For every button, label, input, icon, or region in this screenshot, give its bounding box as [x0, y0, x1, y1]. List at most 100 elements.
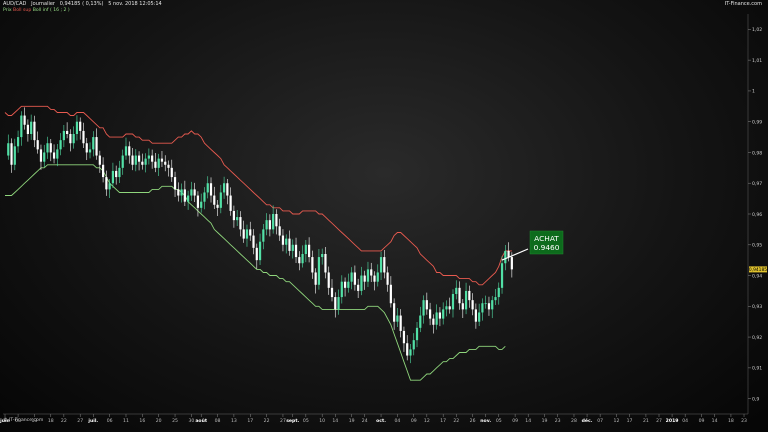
candle-body: [249, 229, 252, 236]
candle-body: [128, 146, 131, 156]
candle-body: [288, 238, 291, 251]
y-tick-label: 1,01: [752, 58, 762, 64]
candle-body: [291, 244, 294, 251]
candle-body: [239, 217, 242, 230]
candle-body: [429, 309, 432, 319]
candle-body: [406, 343, 409, 356]
candle-body: [317, 257, 321, 285]
candle-body: [7, 143, 10, 156]
candle-body: [255, 247, 258, 261]
candle-body: [481, 303, 484, 313]
candle-body: [131, 155, 134, 165]
x-tick-label: 14: [712, 418, 718, 424]
x-tick-label: 20: [156, 418, 162, 424]
candle-body: [147, 155, 150, 159]
candle-body: [504, 250, 507, 264]
y-tick-label: 1: [752, 89, 755, 95]
x-tick-label: 19: [542, 418, 548, 424]
x-tick-label: 26: [470, 418, 476, 424]
candle-body: [190, 189, 193, 196]
candle-body: [232, 210, 235, 221]
x-tick-label: 04: [394, 418, 400, 424]
candle-body: [102, 164, 105, 178]
candle-body: [196, 195, 200, 208]
chart-area[interactable]: AUD/CAD Journalier 0,94185 ( 0,13%) 5 no…: [0, 0, 768, 432]
candle-body: [183, 189, 186, 202]
x-tick-label: 14: [332, 418, 338, 424]
x-tick-label: oct.: [376, 418, 386, 424]
candle-body: [203, 192, 206, 202]
x-tick-label: 18: [728, 418, 734, 424]
candle-body: [268, 220, 271, 230]
candle-body: [108, 183, 111, 190]
x-tick-label: 09: [411, 418, 417, 424]
candle-body: [357, 284, 360, 291]
candle-body: [468, 290, 471, 301]
x-tick-label: déc.: [582, 417, 593, 424]
candle-body: [510, 257, 513, 270]
candle-body: [425, 300, 428, 310]
x-tick-label: 23: [741, 418, 747, 424]
y-tick-label: 0,96: [752, 212, 762, 218]
x-tick-label: 30: [188, 418, 194, 424]
candle-body: [272, 214, 275, 230]
candle-body: [59, 140, 62, 150]
candle-body: [173, 177, 177, 190]
candle-body: [412, 340, 415, 350]
candle-body: [144, 158, 147, 165]
candle-body: [373, 275, 376, 282]
candle-body: [49, 143, 52, 153]
x-tick-label: nov.: [480, 419, 491, 424]
candle-body: [301, 254, 304, 264]
x-tick-label: 17: [247, 418, 253, 424]
candle-body: [474, 309, 477, 322]
y-tick-label: 0,9: [752, 396, 759, 402]
price-chart: juin 08 13 18 22 27 juil. 06 11 16 20 25 30 août 08 13 1…: [0, 14, 767, 424]
candle-body: [229, 195, 232, 211]
candle-body: [177, 189, 180, 196]
candle-body: [478, 312, 481, 322]
candle-body: [209, 183, 213, 196]
candle-body: [213, 195, 216, 205]
candle-body: [497, 287, 500, 298]
x-tick-label: juin: [0, 418, 10, 424]
x-tick-label: 07: [597, 418, 603, 424]
candle-body: [500, 263, 504, 288]
candle-body: [157, 158, 160, 168]
candle-body: [494, 297, 497, 301]
x-tick-label: 17: [627, 418, 633, 424]
candle-body: [95, 137, 98, 156]
candle-body: [484, 303, 487, 305]
x-tick-label: 09: [512, 418, 518, 424]
candle-body: [134, 155, 137, 165]
candle-body: [334, 297, 337, 310]
candle-body: [347, 281, 350, 288]
x-tick-label: 27: [77, 418, 83, 424]
x-tick-label: 10: [319, 418, 325, 424]
x-tick-label: 21: [643, 418, 649, 424]
candle-body: [507, 250, 510, 258]
candle-body: [85, 143, 88, 153]
candle-body: [393, 303, 396, 322]
candle-body: [236, 217, 239, 221]
candle-body: [98, 155, 101, 165]
candle-body: [340, 281, 343, 298]
candle-body: [121, 155, 124, 168]
candle-body: [363, 275, 366, 282]
candle-body: [419, 315, 422, 328]
candle-body: [285, 238, 288, 245]
candle-body: [20, 115, 23, 138]
candle-body: [432, 318, 435, 325]
y-tick-label: 0,97: [752, 181, 762, 187]
candle-body: [337, 297, 340, 310]
candle-body: [308, 244, 311, 258]
x-tick-label: juil.: [87, 418, 98, 424]
candle-body: [167, 164, 170, 168]
candle-body: [180, 189, 183, 196]
candle-body: [88, 149, 92, 153]
candle-body: [82, 130, 85, 144]
candle-body: [92, 137, 95, 150]
candle-body: [23, 115, 26, 125]
candle-body: [294, 244, 298, 258]
candle-body: [327, 272, 330, 288]
